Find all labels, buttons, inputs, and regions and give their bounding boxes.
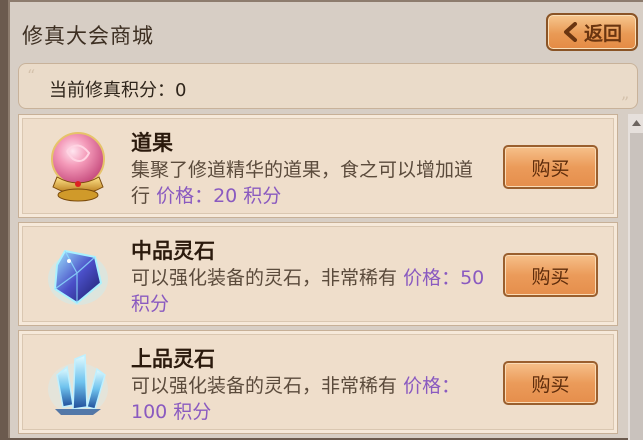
list-scrollbar[interactable] [628, 114, 643, 440]
crystal-orb-icon [51, 132, 105, 202]
points-readout: 当前修真积分：0 [49, 76, 186, 102]
shop-panel: 修真大会商城 返回 “ 当前修真积分：0 ” 道果 集聚了修道精华的道果，食之可… [8, 0, 643, 440]
item-desc-text: 可以强化装备的灵石，非常稀有 [131, 375, 398, 397]
chevron-left-icon [563, 22, 577, 42]
item-price: 价格：20 积分 [156, 185, 282, 207]
item-description: 集聚了修道精华的道果，食之可以增加道行 价格：20 积分 [131, 157, 491, 209]
item-list: 道果 集聚了修道精华的道果，食之可以增加道行 价格：20 积分 购买 中品灵石 … [18, 114, 622, 440]
back-button-label: 返回 [583, 22, 622, 45]
item-name: 上品灵石 [131, 347, 215, 371]
close-quote-icon: ” [620, 93, 629, 112]
list-item: 上品灵石 可以强化装备的灵石，非常稀有 价格：100 积分 购买 [18, 330, 618, 434]
buy-button[interactable]: 购买 [503, 361, 598, 405]
item-name: 中品灵石 [131, 239, 215, 263]
item-name: 道果 [131, 131, 173, 155]
scroll-up-arrow-icon[interactable] [628, 114, 643, 131]
points-label: 当前修真积分： [49, 80, 175, 101]
item-description: 可以强化装备的灵石，非常稀有 价格：50 积分 [131, 265, 491, 317]
open-quote-icon: “ [27, 66, 36, 85]
cyan-crystal-cluster-icon [48, 353, 108, 415]
blue-spirit-stone-icon [48, 249, 108, 305]
list-item: 中品灵石 可以强化装备的灵石，非常稀有 价格：50 积分 购买 [18, 222, 618, 326]
item-desc-text: 可以强化装备的灵石，非常稀有 [131, 267, 398, 289]
buy-button[interactable]: 购买 [503, 145, 598, 189]
scroll-thumb[interactable] [630, 133, 643, 440]
points-value: 0 [175, 80, 187, 101]
back-button[interactable]: 返回 [546, 13, 638, 51]
page-title: 修真大会商城 [22, 24, 154, 48]
buy-button[interactable]: 购买 [503, 253, 598, 297]
item-description: 可以强化装备的灵石，非常稀有 价格：100 积分 [131, 373, 491, 425]
list-item: 道果 集聚了修道精华的道果，食之可以增加道行 价格：20 积分 购买 [18, 114, 618, 218]
points-bar: “ 当前修真积分：0 ” [18, 63, 638, 112]
